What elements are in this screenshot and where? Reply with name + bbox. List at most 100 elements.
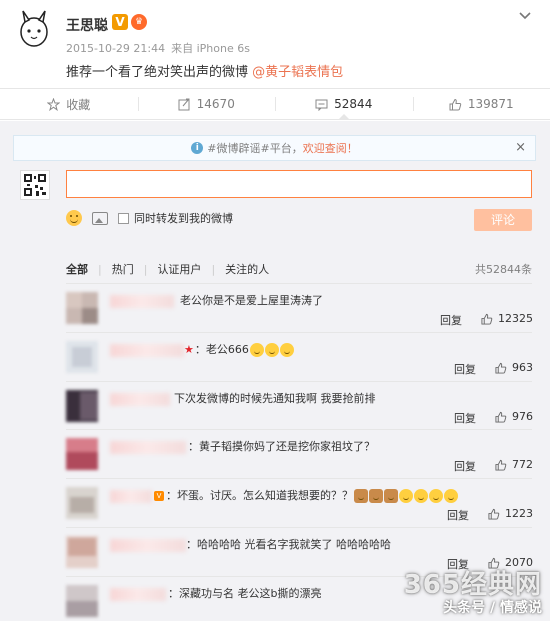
divider [66,478,532,479]
commenter-avatar[interactable] [66,292,98,324]
submit-comment-button[interactable]: 评论 [474,209,532,231]
comment-item: 老公你是不是爱上屋里涛涛了 回复 12325 [0,285,550,333]
like-icon [495,362,507,374]
like-icon [495,459,507,471]
filter-hot[interactable]: 热门 [112,261,134,277]
repost-count: 14670 [197,97,235,111]
like-button[interactable]: 139871 [413,89,550,119]
notice-link[interactable]: 欢迎查阅！ [303,140,358,156]
author-name[interactable]: 王思聪 [66,15,108,35]
commenter-name[interactable] [110,539,186,552]
dog-emoji-icon [369,489,383,503]
commenter-name[interactable] [110,344,184,357]
comment-like-button[interactable]: 963 [495,361,533,374]
mention-link[interactable]: @黄子韬表情包 [252,65,343,80]
star-badge-icon: ★ [184,343,194,356]
vip-badge-icon: V [154,491,164,501]
comment-like-count: 1223 [505,507,533,520]
like-icon [481,313,493,325]
commenter-avatar[interactable] [66,438,98,470]
commenter-avatar[interactable] [66,487,98,519]
laugh-emoji-icon [265,343,279,357]
comment-like-button[interactable]: 772 [495,458,533,471]
emoji-icon[interactable] [66,210,82,226]
filter-divider: | [211,263,215,276]
commenter-avatar[interactable] [66,536,98,568]
comment-like-count: 976 [512,410,533,423]
comment-text: ★：老公666 [184,341,294,357]
divider [66,527,532,528]
like-count: 139871 [468,97,514,111]
watermark: 365经典网 头条号 / 情感说 [404,564,542,617]
like-icon [488,508,500,520]
comment-filter-bar: 全部 | 热门 | 认证用户 | 关注的人 共52844条 [66,261,532,277]
chevron-down-icon[interactable] [518,8,532,22]
favorite-label: 收藏 [66,96,90,113]
post-time[interactable]: 2015-10-29 21:44 [66,42,165,55]
repost-checkbox[interactable] [118,213,129,224]
comment-like-button[interactable]: 12325 [481,312,533,325]
commenter-name[interactable] [110,441,186,454]
comment-like-button[interactable]: 1223 [488,507,533,520]
image-icon[interactable] [92,212,108,225]
comment-text: 老公你是不是爱上屋里涛涛了 [180,292,323,308]
comment-text: ：黄子韬摸你妈了还是挖你家祖坟了？ [188,438,375,454]
notice-text: #微博辟谣#平台， [207,140,302,156]
comment-like-count: 963 [512,361,533,374]
commenter-name[interactable] [110,588,166,601]
divider [66,332,532,333]
composer-tools: 同时转发到我的微博 [66,208,233,228]
post-body: 推荐一个看了绝对笑出声的微博 [66,65,252,80]
like-icon [495,411,507,423]
repost-button[interactable]: 14670 [138,89,276,119]
rumor-notice-banner: i #微博辟谣#平台，欢迎查阅！ × [13,135,536,161]
comment-item: ：黄子韬摸你妈了还是挖你家祖坟了？ 回复 772 [0,431,550,479]
post-header: 王思聪 V ♛ 2015-10-29 21:44来自 iPhone 6s 推荐一… [0,0,550,88]
reply-button[interactable]: 回复 [454,361,476,377]
comment-total: 共52844条 [475,261,532,277]
like-icon [449,98,462,111]
comment-icon [315,98,328,111]
commenter-name[interactable] [110,393,170,406]
comment-count: 52844 [334,97,372,111]
comment-like-button[interactable]: 976 [495,410,533,423]
dog-emoji-icon [354,489,368,503]
post-action-bar: 收藏 14670 52844 139871 [0,88,550,120]
reply-button[interactable]: 回复 [440,312,462,328]
filter-all[interactable]: 全部 [66,261,88,277]
divider [66,283,532,284]
commenter-avatar[interactable] [66,585,98,617]
comment-text: V：坏蛋。讨厌。怎么知道我想要的？？ [154,487,458,503]
comment-text: ：哈哈哈哈 光看名字我就笑了 哈哈哈哈哈 [186,536,391,552]
smile-emoji-icon [444,489,458,503]
reply-button[interactable]: 回复 [454,410,476,426]
close-icon[interactable]: × [515,140,526,155]
commenter-avatar[interactable] [66,341,98,373]
repost-checkbox-label[interactable]: 同时转发到我的微博 [134,210,233,226]
commenter-name[interactable] [110,295,174,308]
dog-emoji-icon [384,489,398,503]
watermark-site: 365经典网 [404,564,542,601]
laugh-emoji-icon [280,343,294,357]
smile-emoji-icon [399,489,413,503]
comment-text: ：深藏功与名 老公这b撕的漂亮 [168,585,321,601]
comment-text: 下次发微博的时候先通知我啊 我要抢前排 [174,390,376,406]
reply-button[interactable]: 回复 [454,458,476,474]
divider [66,429,532,430]
divider [66,381,532,382]
comment-item: ★：老公666 回复 963 [0,334,550,382]
filter-divider: | [144,263,148,276]
commenter-avatar[interactable] [66,390,98,422]
laugh-emoji-icon [250,343,264,357]
comment-tab-button[interactable]: 52844 [275,89,413,119]
author-avatar[interactable] [14,10,54,60]
commenter-name[interactable] [110,490,152,503]
comment-input[interactable] [66,170,532,198]
comment-body: ：坏蛋。讨厌。怎么知道我想要的？？ [166,489,353,502]
comment-like-count: 12325 [498,312,533,325]
favorite-button[interactable]: 收藏 [0,89,138,119]
filter-verified[interactable]: 认证用户 [157,261,201,277]
smile-emoji-icon [414,489,428,503]
filter-following[interactable]: 关注的人 [225,261,269,277]
reply-button[interactable]: 回复 [447,507,469,523]
